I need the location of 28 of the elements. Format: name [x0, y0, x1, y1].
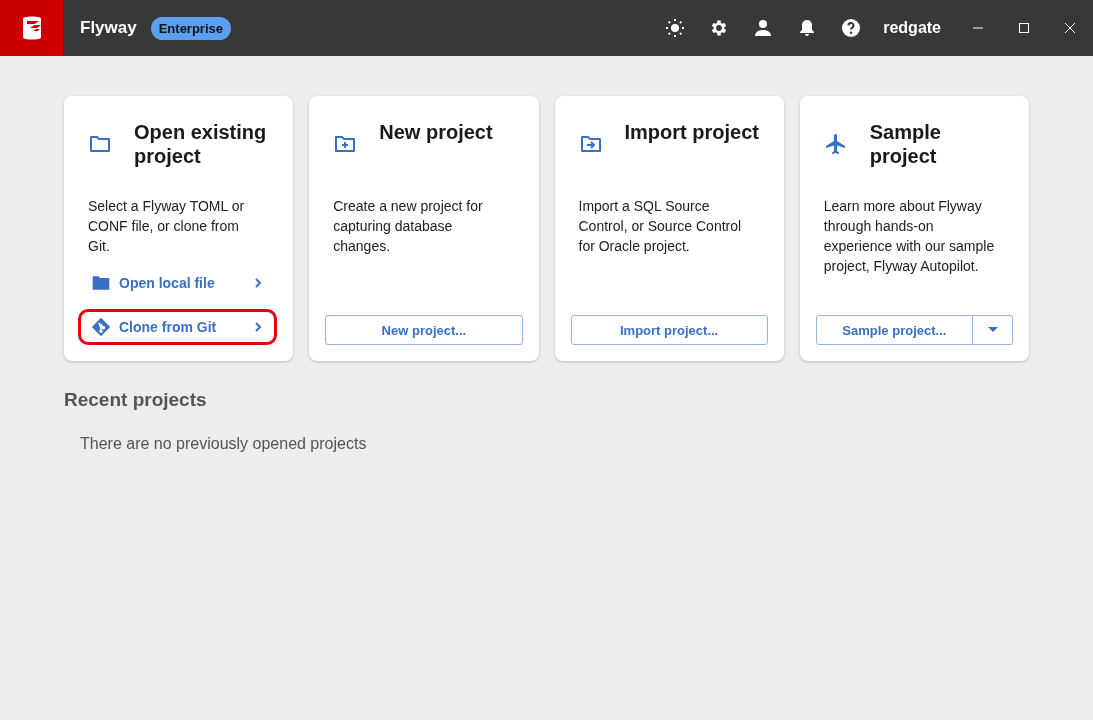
- card-description: Import a SQL Source Control, or Source Control for Oracle project.: [578, 197, 743, 256]
- clone-link[interactable]: Clone from Git: [78, 309, 278, 345]
- card-description: Create a new project for capturing database changes.: [333, 197, 484, 256]
- user-icon[interactable]: [753, 18, 774, 38]
- project-button[interactable]: Import project...: [570, 315, 768, 345]
- card-title: Sample project: [869, 120, 942, 168]
- card-title: Open existing project: [134, 120, 268, 168]
- help-icon[interactable]: [841, 18, 862, 38]
- project-button[interactable]: Sample project...: [815, 315, 973, 345]
- card-description: Select a Flyway TOML or CONF file, or clone from Git.: [88, 197, 246, 256]
- card-title: Import project: [624, 120, 759, 144]
- logo-icon: [20, 15, 43, 41]
- brand-name: redgate: [883, 19, 941, 37]
- open-file-link[interactable]: Open local file: [78, 265, 278, 301]
- maximize-icon: [1019, 23, 1029, 33]
- app-name: Flyway: [80, 18, 137, 38]
- folder-icon: [91, 273, 111, 293]
- card-title: New project: [379, 120, 493, 144]
- caret-icon: [987, 327, 998, 333]
- section-heading: Recent projects: [64, 389, 208, 411]
- edition-badge: Enterprise: [150, 16, 231, 40]
- sun-icon[interactable]: [665, 18, 686, 38]
- empty-message: There are no previously opened projects: [80, 435, 368, 453]
- card-description: Learn more about Flyway through hands-on experience with our sample project, Flyway Autopilot.: [823, 197, 996, 276]
- airplane-icon: [823, 132, 848, 156]
- git-icon: [91, 317, 111, 337]
- project-button[interactable]: New project...: [325, 315, 523, 345]
- close-icon: [1065, 23, 1075, 33]
